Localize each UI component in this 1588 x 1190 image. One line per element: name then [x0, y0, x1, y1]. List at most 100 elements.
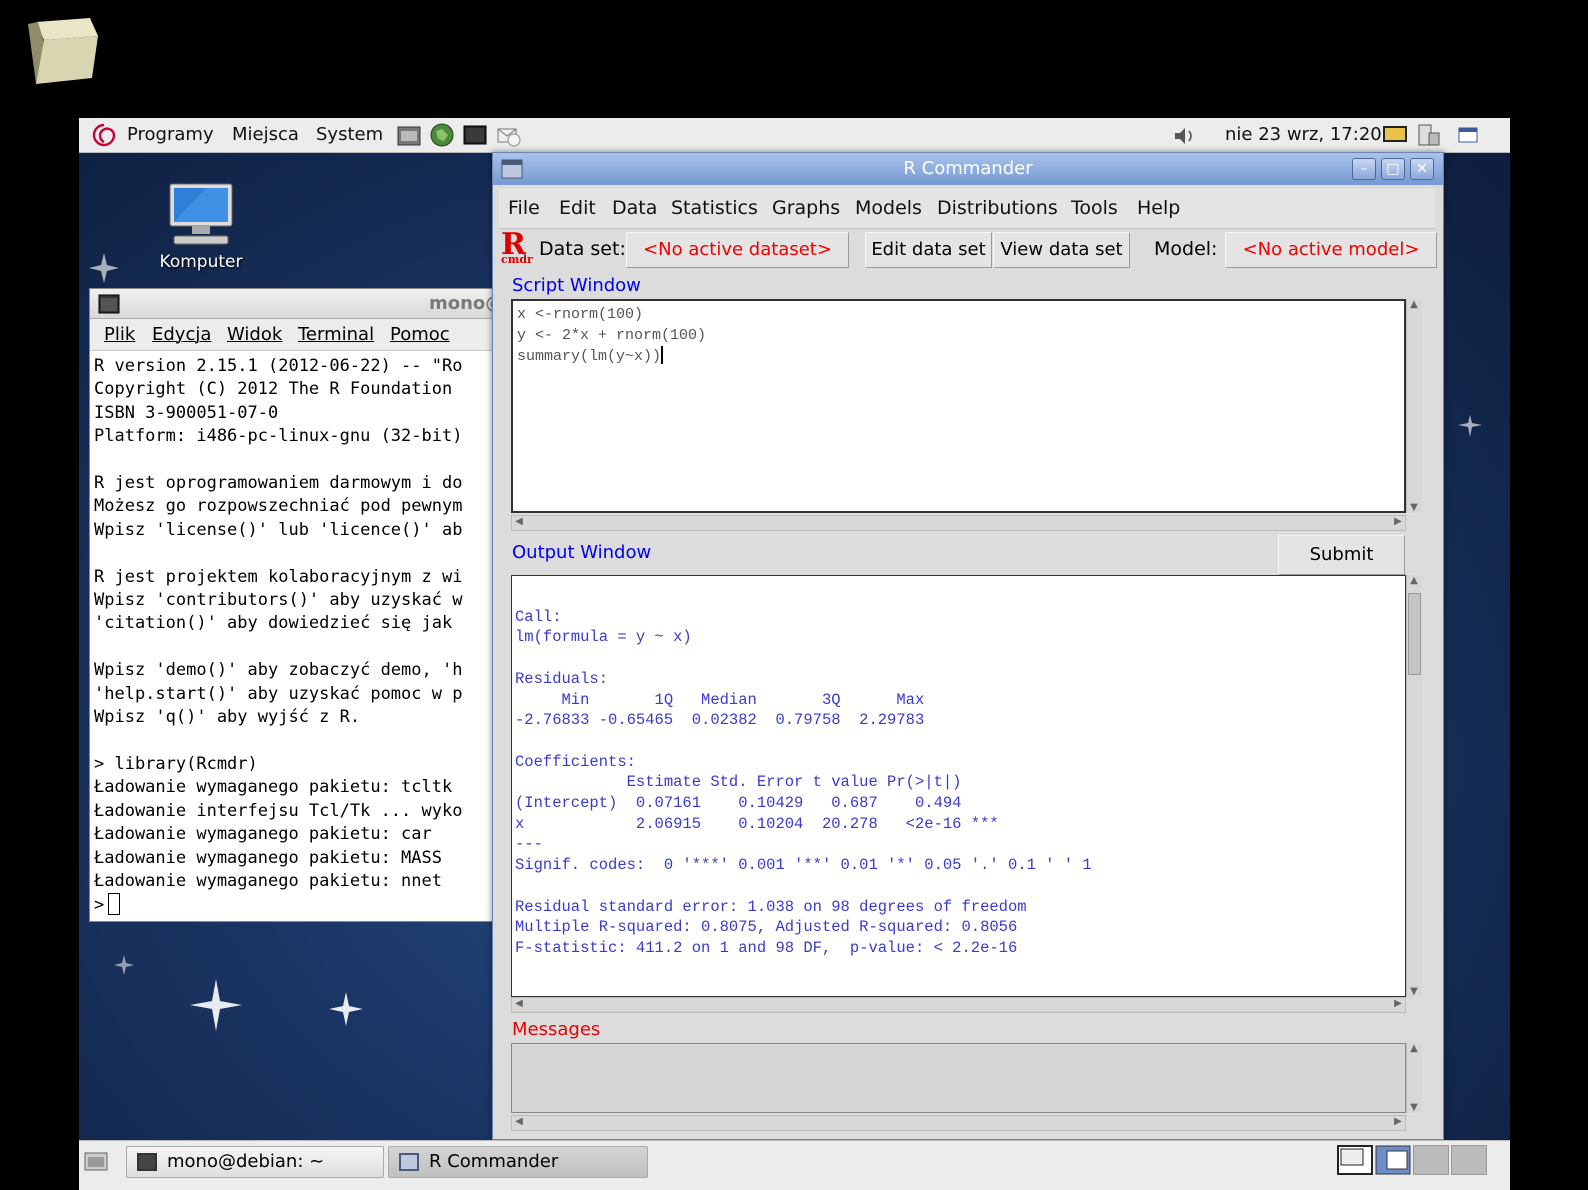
- volume-icon[interactable]: [1172, 125, 1198, 147]
- view-dataset-button[interactable]: View data set: [993, 232, 1130, 268]
- workspace-3[interactable]: [1413, 1145, 1449, 1175]
- terminal-line: Ładowanie wymaganego pakietu: car: [94, 824, 432, 845]
- menu-system[interactable]: System: [316, 124, 383, 145]
- terminal-menu-edycja[interactable]: Edycja: [152, 324, 211, 345]
- slide-banner: [0, 0, 1588, 112]
- computer-icon: [169, 183, 233, 245]
- terminal-line: Platform: i486-pc-linux-gnu (32-bit): [94, 426, 463, 447]
- terminal-menubar: Plik Edycja Widok Terminal Pomoc: [90, 319, 508, 351]
- task-terminal-icon: [137, 1153, 157, 1171]
- output-line: F-statistic: 411.2 on 1 and 98 DF, p-val…: [515, 938, 1027, 957]
- terminal-menu-pomoc[interactable]: Pomoc: [390, 324, 450, 345]
- rcmdr-menu-distributions[interactable]: Distributions: [937, 197, 1058, 219]
- desktop-icon-label: Komputer: [159, 252, 243, 272]
- output-line: ---: [515, 835, 543, 854]
- output-vscrollbar[interactable]: ▲ ▼: [1406, 575, 1422, 997]
- rcmdr-menu-statistics[interactable]: Statistics: [671, 197, 758, 219]
- output-scroll-thumb[interactable]: [1408, 593, 1421, 675]
- output-line: -2.76833 -0.65465 0.02382 0.79758 2.2978…: [515, 711, 934, 730]
- rcmdr-toolbar: R cmdr Data set: <No active dataset> Edi…: [499, 227, 1437, 273]
- terminal-line: Ładowanie interfejsu Tcl/Tk ... wyko: [94, 800, 463, 821]
- terminal-line: R version 2.15.1 (2012-06-22) -- "Ro: [94, 356, 463, 376]
- debian-swirl-icon[interactable]: [91, 122, 117, 148]
- rcmdr-menu-help[interactable]: Help: [1137, 197, 1180, 219]
- terminal-menu-widok[interactable]: Widok: [227, 324, 282, 345]
- terminal-line: Copyright (C) 2012 The R Foundation: [94, 379, 453, 400]
- workspace-1-icon[interactable]: [1337, 1145, 1373, 1175]
- active-dataset-button[interactable]: <No active dataset>: [626, 232, 849, 268]
- task-rcmdr-label: R Commander: [429, 1151, 559, 1172]
- script-window-label: Script Window: [512, 275, 641, 296]
- script-vscrollbar[interactable]: ▲ ▼: [1406, 299, 1422, 513]
- output-hscrollbar[interactable]: ◀ ▶: [511, 997, 1406, 1013]
- desktop-icon-computer[interactable]: Komputer: [151, 182, 251, 272]
- output-line: Multiple R-squared: 0.8075, Adjusted R-s…: [515, 918, 1027, 937]
- script-caret: [661, 346, 664, 364]
- terminal-line: Wpisz 'contributors()' aby uzyskać w: [94, 590, 463, 611]
- output-line: Signif. codes: 0 '***' 0.001 '**' 0.01 '…: [515, 856, 1101, 875]
- task-terminal[interactable]: mono@debian: ~: [126, 1146, 384, 1178]
- messages-window[interactable]: [511, 1043, 1406, 1113]
- script-hscrollbar[interactable]: ◀ ▶: [511, 515, 1406, 531]
- rcmdr-title-bar[interactable]: R Commander – □ ✕: [493, 153, 1443, 185]
- rcmdr-menu-graphs[interactable]: Graphs: [772, 197, 840, 219]
- terminal-line: Ładowanie wymaganego pakietu: tcltk: [94, 777, 453, 798]
- output-line: Residuals:: [515, 669, 609, 688]
- web-browser-icon[interactable]: [428, 121, 456, 149]
- output-line: Coefficients:: [515, 752, 636, 771]
- edit-dataset-button[interactable]: Edit data set: [865, 232, 992, 268]
- workspace-2-icon[interactable]: [1375, 1145, 1411, 1175]
- task-rcmdr[interactable]: R Commander: [388, 1146, 648, 1178]
- workspace-4[interactable]: [1451, 1145, 1487, 1175]
- mail-icon[interactable]: [494, 121, 522, 149]
- terminal-window-icon: [98, 294, 120, 314]
- r-commander-window[interactable]: R Commander – □ ✕ File Edit Data Statist…: [492, 152, 1444, 1140]
- terminal-menu-terminal[interactable]: Terminal: [298, 324, 374, 345]
- minimize-button[interactable]: –: [1352, 158, 1376, 180]
- terminal-output[interactable]: R version 2.15.1 (2012-06-22) -- "Ro Copy…: [94, 355, 506, 917]
- top-panel: Programy Miejsca System nie 23 wrz, 17:2…: [79, 118, 1510, 153]
- messages-vscrollbar[interactable]: ▲ ▼: [1406, 1043, 1422, 1113]
- rcmdr-menu-edit[interactable]: Edit: [559, 197, 596, 219]
- active-model-button[interactable]: <No active model>: [1225, 232, 1437, 268]
- terminal-line: Ładowanie wymaganego pakietu: nnet: [94, 870, 442, 891]
- network-icon[interactable]: [1415, 121, 1443, 149]
- rcmdr-menu-models[interactable]: Models: [855, 197, 922, 219]
- menu-miejsca[interactable]: Miejsca: [232, 124, 299, 145]
- show-desktop-button-icon[interactable]: [84, 1150, 108, 1172]
- menu-programy[interactable]: Programy: [127, 124, 214, 145]
- terminal-prompt[interactable]: >: [94, 893, 506, 917]
- rcmdr-menu-file[interactable]: File: [508, 197, 540, 219]
- clock[interactable]: nie 23 wrz, 17:20: [1225, 124, 1382, 145]
- close-button[interactable]: ✕: [1410, 158, 1434, 180]
- terminal-line: 'help.start()' aby uzyskać pomoc w p: [94, 683, 463, 704]
- rcmdr-menu-tools[interactable]: Tools: [1071, 197, 1118, 219]
- submit-button[interactable]: Submit: [1278, 535, 1405, 575]
- terminal-line: Ładowanie wymaganego pakietu: MASS: [94, 847, 442, 868]
- rcmdr-menu-data[interactable]: Data: [612, 197, 657, 219]
- terminal-menu-plik[interactable]: Plik: [104, 324, 135, 345]
- script-line: y <- 2*x + rnorm(100): [517, 327, 707, 344]
- desktop-screen: Programy Miejsca System nie 23 wrz, 17:2…: [79, 118, 1510, 1190]
- task-rcmdr-icon: [399, 1153, 419, 1171]
- terminal-line: R jest oprogramowaniem darmowym i do: [94, 473, 463, 494]
- terminal-title-bar[interactable]: mono@: [90, 289, 508, 319]
- terminal-icon[interactable]: [461, 121, 489, 149]
- script-line: summary(lm(y~x)): [517, 346, 664, 365]
- terminal-line: ISBN 3-900051-07-0: [94, 402, 279, 423]
- maximize-button[interactable]: □: [1381, 158, 1405, 180]
- script-window[interactable]: x <-rnorm(100) y <- 2*x + rnorm(100) summa…: [511, 299, 1406, 513]
- messages-hscrollbar[interactable]: ◀ ▶: [511, 1115, 1406, 1131]
- output-window[interactable]: Call: lm(formula = y ~ x) Residuals: Min …: [511, 575, 1406, 997]
- output-line: Call:: [515, 607, 562, 626]
- output-window-label: Output Window: [512, 542, 652, 563]
- display-settings-icon[interactable]: [1381, 121, 1409, 149]
- show-desktop-icon[interactable]: [1454, 121, 1482, 149]
- update-manager-icon[interactable]: [395, 121, 423, 149]
- terminal-window[interactable]: mono@ Plik Edycja Widok Terminal Pomoc R…: [89, 288, 509, 922]
